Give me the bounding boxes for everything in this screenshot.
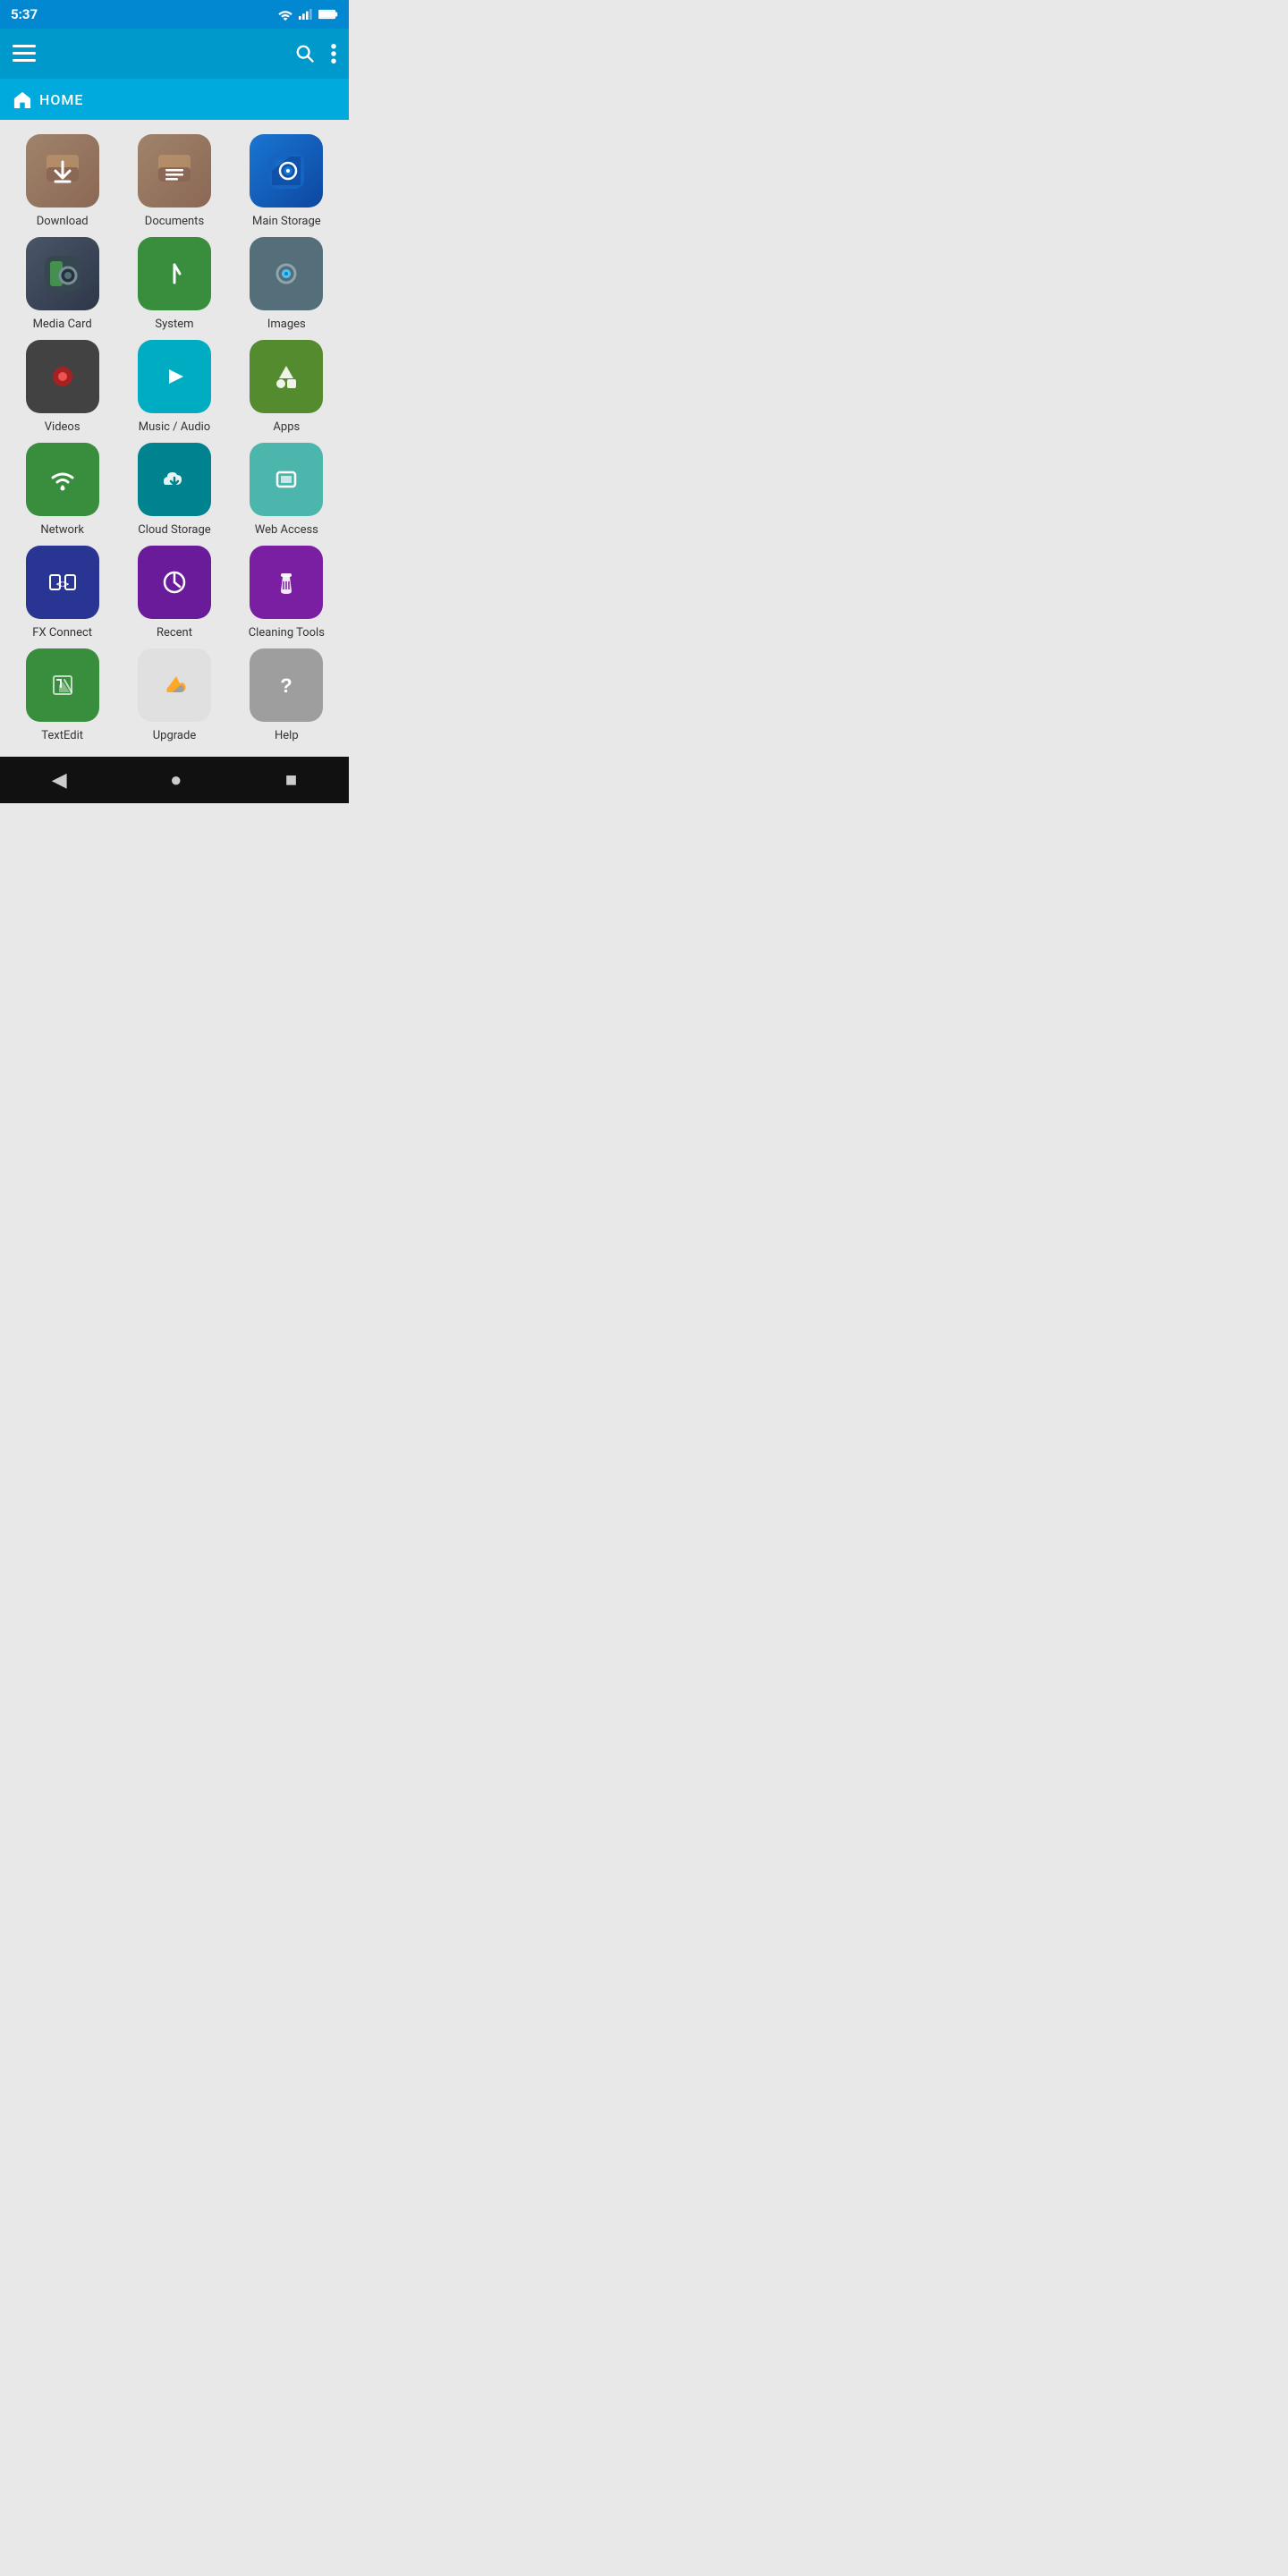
documents-label: Documents <box>145 215 204 228</box>
mainstorage-icon <box>250 134 323 208</box>
textedit-icon <box>26 648 99 722</box>
grid-item-upgrade[interactable]: Upgrade <box>125 648 224 742</box>
musicaudio-label: Music / Audio <box>139 420 211 434</box>
grid-item-textedit[interactable]: TextEdit <box>13 648 112 742</box>
grid-item-download[interactable]: Download <box>13 134 112 228</box>
grid-item-help[interactable]: ? Help <box>237 648 335 742</box>
cleaningtools-label: Cleaning Tools <box>249 626 325 640</box>
help-icon: ? <box>250 648 323 722</box>
upgrade-label: Upgrade <box>153 729 196 742</box>
hamburger-svg <box>13 45 36 63</box>
images-icon <box>250 237 323 310</box>
grid-item-recent[interactable]: Recent <box>125 546 224 640</box>
more-icon[interactable] <box>331 44 336 64</box>
toolbar <box>0 29 349 79</box>
hamburger-icon[interactable] <box>13 45 36 63</box>
grid-item-system[interactable]: System <box>125 237 224 331</box>
wifi-icon <box>277 8 293 21</box>
mainstorage-label: Main Storage <box>252 215 321 228</box>
videos-label: Videos <box>45 420 80 434</box>
images-label: Images <box>267 318 306 331</box>
app-grid: Download Documents Main Storage Media Ca… <box>0 120 349 757</box>
download-icon <box>26 134 99 208</box>
musicaudio-icon <box>138 340 211 413</box>
cloudstorage-icon <box>138 443 211 516</box>
fxconnect-label: FX Connect <box>32 626 92 640</box>
fxconnect-icon: <> <box>26 546 99 619</box>
status-time: 5:37 <box>11 6 38 22</box>
mediacard-icon <box>26 237 99 310</box>
svg-text:?: ? <box>281 674 292 697</box>
network-label: Network <box>40 523 84 537</box>
grid-item-cloudstorage[interactable]: Cloud Storage <box>125 443 224 537</box>
grid-item-musicaudio[interactable]: Music / Audio <box>125 340 224 434</box>
search-icon[interactable] <box>295 44 315 64</box>
system-label: System <box>155 318 193 331</box>
signal-icon <box>299 8 313 21</box>
recent-label: Recent <box>157 626 192 640</box>
grid-item-documents[interactable]: Documents <box>125 134 224 228</box>
webaccess-icon <box>250 443 323 516</box>
bottom-nav: ◀ ● ■ <box>0 757 349 803</box>
breadcrumb: HOME <box>0 79 349 120</box>
battery-icon <box>318 8 338 21</box>
network-icon <box>26 443 99 516</box>
mediacard-label: Media Card <box>33 318 92 331</box>
recents-button[interactable]: ■ <box>285 768 297 792</box>
recent-icon <box>138 546 211 619</box>
grid-item-network[interactable]: Network <box>13 443 112 537</box>
download-label: Download <box>37 215 89 228</box>
apps-icon <box>250 340 323 413</box>
home-icon <box>13 90 32 108</box>
documents-icon <box>138 134 211 208</box>
grid-item-apps[interactable]: Apps <box>237 340 335 434</box>
grid-item-images[interactable]: Images <box>237 237 335 331</box>
grid-item-cleaningtools[interactable]: Cleaning Tools <box>237 546 335 640</box>
status-bar: 5:37 <box>0 0 349 29</box>
back-button[interactable]: ◀ <box>52 769 67 792</box>
system-icon <box>138 237 211 310</box>
cleaningtools-icon <box>250 546 323 619</box>
upgrade-icon <box>138 648 211 722</box>
svg-text:<>: <> <box>55 578 68 590</box>
breadcrumb-label: HOME <box>39 91 83 108</box>
cloudstorage-label: Cloud Storage <box>138 523 210 537</box>
status-icons <box>277 8 338 21</box>
home-button[interactable]: ● <box>170 768 182 792</box>
grid-item-mediacard[interactable]: Media Card <box>13 237 112 331</box>
textedit-label: TextEdit <box>41 729 83 742</box>
grid-item-webaccess[interactable]: Web Access <box>237 443 335 537</box>
help-label: Help <box>275 729 299 742</box>
grid-item-mainstorage[interactable]: Main Storage <box>237 134 335 228</box>
apps-label: Apps <box>273 420 300 434</box>
grid-item-videos[interactable]: Videos <box>13 340 112 434</box>
webaccess-label: Web Access <box>255 523 318 537</box>
grid-item-fxconnect[interactable]: <> FX Connect <box>13 546 112 640</box>
videos-icon <box>26 340 99 413</box>
